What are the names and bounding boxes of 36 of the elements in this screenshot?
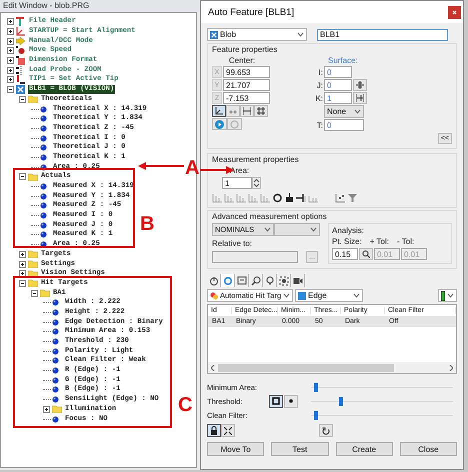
group-legend: Feature properties — [212, 45, 452, 54]
group-legend: Measurement properties — [212, 155, 452, 164]
center-label: Center: — [228, 56, 256, 65]
minus-tol-label: - Tol: — [397, 237, 414, 246]
vector-label: K: — [314, 94, 323, 102]
callout-letter: C — [178, 395, 192, 415]
t-label: T: — [316, 120, 323, 130]
coordinate-field[interactable]: 21.707 — [223, 79, 270, 91]
dialog-title: Auto Feature [BLB1] — [208, 6, 294, 18]
group-legend: Analysis: — [332, 226, 448, 235]
dialog-button[interactable]: Close — [400, 442, 457, 456]
t-field[interactable]: 0 — [324, 119, 364, 131]
callout-letter: B — [140, 214, 154, 234]
pt-size-label: Pt. Size: — [332, 237, 362, 246]
dialog-button[interactable]: Create — [336, 442, 393, 456]
window-title: Edit Window - blob.PRG — [0, 0, 200, 12]
dialog-button[interactable]: Move To — [207, 442, 264, 456]
coordinate-field[interactable]: -7.153 — [223, 92, 270, 104]
feature-name-field[interactable]: BLB1 — [317, 28, 448, 40]
edge-select[interactable]: Edge — [295, 289, 363, 302]
vector-label: J: — [316, 80, 323, 90]
vector-field[interactable]: 1 — [324, 92, 352, 104]
coordinate-field[interactable]: 99.653 — [223, 66, 270, 78]
vector-field[interactable]: 0 — [324, 66, 352, 78]
area-spinner[interactable]: 1 — [222, 177, 252, 189]
feature-type-select[interactable]: Blob — [207, 28, 307, 41]
surface-label: Surface: — [328, 56, 359, 65]
relative-label: Relative to: — [212, 239, 254, 248]
plus-tol-label: + Tol: — [370, 237, 389, 246]
pt-size-field[interactable]: 0.15 — [332, 248, 358, 260]
surface-mode-select[interactable]: None — [324, 105, 364, 118]
vector-label: I: — [318, 68, 323, 76]
vector-field[interactable]: 0 — [324, 79, 352, 91]
callout-letter: A — [185, 158, 200, 178]
dialog-button[interactable]: Test — [271, 442, 328, 456]
group-legend: Advanced measurement options — [212, 212, 452, 221]
